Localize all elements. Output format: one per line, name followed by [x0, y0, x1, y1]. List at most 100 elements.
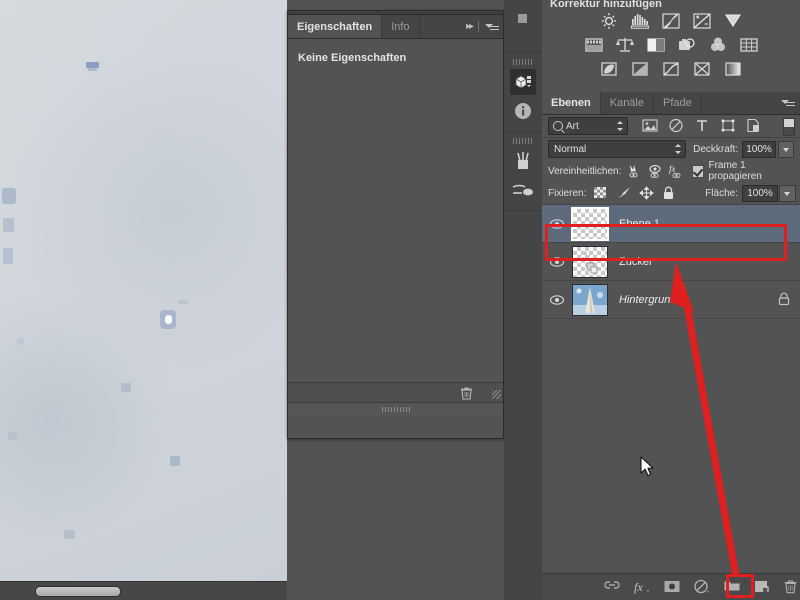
- blend-mode-select[interactable]: Normal: [548, 140, 687, 158]
- filter-shape-icon[interactable]: [720, 118, 736, 133]
- delete-layer-button[interactable]: [783, 579, 800, 596]
- properties-panel[interactable]: Eigenschaften Info ▸▸ Keine Eigenschafte…: [287, 10, 504, 439]
- layer-kind-select[interactable]: Art: [548, 117, 628, 135]
- threshold-icon[interactable]: [661, 60, 681, 78]
- posterize-icon[interactable]: [630, 60, 650, 78]
- selective-color-icon[interactable]: [692, 60, 712, 78]
- trash-icon[interactable]: [460, 386, 473, 403]
- filter-pixel-icon[interactable]: [642, 118, 658, 133]
- tab-kanaele[interactable]: Kanäle: [601, 92, 654, 114]
- properties-panel-tabbar[interactable]: Eigenschaften Info ▸▸: [288, 15, 503, 39]
- filter-enable-toggle[interactable]: [783, 118, 795, 136]
- double-chevron-right-icon[interactable]: ▸▸: [466, 21, 474, 32]
- layer-visibility-toggle[interactable]: [542, 256, 572, 268]
- unify-position-icon[interactable]: [627, 164, 642, 178]
- layers-panel[interactable]: Ebenen Kanäle Pfade Art Normal Deckkraft…: [542, 92, 800, 600]
- filter-type-icon[interactable]: [694, 118, 710, 133]
- layer-row-zucker[interactable]: Zucker: [542, 243, 800, 281]
- layers-panel-tabbar[interactable]: Ebenen Kanäle Pfade: [542, 92, 800, 115]
- adjustments-row-3[interactable]: [542, 60, 800, 78]
- layers-bottom-toolbar[interactable]: fx: [542, 573, 800, 600]
- new-adjustment-layer-button[interactable]: [693, 579, 710, 596]
- panel-menu-icon[interactable]: [485, 21, 499, 32]
- invert-icon[interactable]: [599, 60, 619, 78]
- layer-name[interactable]: Hintergrund: [619, 294, 676, 306]
- chevron-updown-icon[interactable]: [675, 144, 682, 154]
- panel-menu-icon[interactable]: [781, 97, 795, 108]
- layer-lock-indicator-icon: [778, 292, 790, 309]
- layer-visibility-toggle[interactable]: [542, 294, 572, 306]
- tool-presets-icon[interactable]: [510, 177, 536, 203]
- fill-value[interactable]: 100%: [742, 184, 778, 202]
- tab-pfade[interactable]: Pfade: [654, 92, 702, 114]
- gradient-map-icon[interactable]: [723, 60, 743, 78]
- adjustments-panel[interactable]: Korrektur hinzufügen: [542, 0, 800, 93]
- layer-thumbnail[interactable]: [571, 206, 609, 241]
- layer-thumbnail[interactable]: [572, 283, 608, 316]
- properties-panel-bottom-bar[interactable]: [288, 402, 503, 416]
- layer-name[interactable]: Ebene 1: [619, 218, 660, 230]
- info-icon[interactable]: [510, 98, 536, 124]
- adjustments-row-2[interactable]: [542, 36, 800, 54]
- layer-row-hintergrund[interactable]: Hintergrund: [542, 281, 800, 319]
- layer-visibility-toggle[interactable]: [542, 218, 572, 230]
- image-artifact: [3, 248, 13, 264]
- layer-row-ebene-1[interactable]: Ebene 1: [542, 205, 800, 243]
- collapsed-icon-dock[interactable]: [504, 0, 543, 600]
- layer-name[interactable]: Zucker: [619, 256, 653, 268]
- black-white-icon[interactable]: [646, 36, 666, 54]
- unify-visibility-icon[interactable]: [648, 164, 663, 178]
- levels-icon[interactable]: [630, 12, 650, 30]
- layer-list[interactable]: Ebene 1 Zucker Hintergrund: [542, 205, 800, 319]
- layer-thumbnail[interactable]: [572, 245, 608, 278]
- curves-icon[interactable]: [661, 12, 681, 30]
- tab-eigenschaften[interactable]: Eigenschaften: [288, 15, 383, 38]
- blend-mode-row[interactable]: Normal Deckkraft: 100%: [542, 138, 800, 160]
- filter-adjustment-icon[interactable]: [668, 118, 684, 133]
- adjustments-row-1[interactable]: [542, 12, 800, 30]
- dock-partial-icon[interactable]: [510, 8, 536, 34]
- exposure-icon[interactable]: [692, 12, 712, 30]
- photo-filter-icon[interactable]: [677, 36, 697, 54]
- vibrance-icon[interactable]: [723, 12, 743, 30]
- image-canvas[interactable]: [0, 0, 287, 582]
- color-lookup-icon[interactable]: [739, 36, 759, 54]
- dock-grip-icon[interactable]: [513, 138, 533, 144]
- fill-dropdown-button[interactable]: [779, 184, 796, 202]
- new-group-button[interactable]: [723, 579, 740, 596]
- canvas-horizontal-scrollbar[interactable]: [0, 581, 287, 600]
- dock-section-1[interactable]: [504, 53, 542, 132]
- lock-transparency-icon[interactable]: [593, 186, 609, 200]
- panel-resize-grip[interactable]: [492, 390, 501, 399]
- lock-position-icon[interactable]: [639, 186, 655, 200]
- opacity-value[interactable]: 100%: [742, 140, 776, 158]
- 3d-icon[interactable]: [510, 69, 536, 95]
- hue-saturation-icon[interactable]: [584, 36, 604, 54]
- new-layer-button[interactable]: [753, 579, 770, 596]
- unify-style-icon[interactable]: fx: [669, 164, 684, 178]
- color-balance-icon[interactable]: [615, 36, 635, 54]
- tab-info[interactable]: Info: [382, 15, 420, 38]
- lock-row[interactable]: Fixieren: Fläche: 100%: [542, 182, 800, 205]
- layer-filter-row[interactable]: Art: [542, 115, 800, 138]
- lock-image-icon[interactable]: [616, 186, 632, 200]
- unify-row[interactable]: Vereinheitlichen: fx Frame 1 propagieren: [542, 160, 800, 182]
- chevron-updown-icon[interactable]: [617, 121, 624, 131]
- propagate-frame-checkbox[interactable]: [692, 164, 705, 178]
- link-layers-button[interactable]: [603, 579, 620, 596]
- properties-panel-footer[interactable]: [288, 382, 503, 402]
- dock-section-2[interactable]: [504, 132, 542, 211]
- brightness-contrast-icon[interactable]: [599, 12, 619, 30]
- brushes-icon[interactable]: [510, 148, 536, 174]
- opacity-dropdown-button[interactable]: [777, 140, 794, 158]
- tab-ebenen[interactable]: Ebenen: [542, 92, 601, 114]
- document-canvas-area[interactable]: [0, 0, 287, 600]
- scrollbar-thumb[interactable]: [35, 586, 121, 597]
- panel-grip-icon[interactable]: [381, 407, 410, 412]
- filter-smartobject-icon[interactable]: [746, 118, 762, 133]
- layer-mask-button[interactable]: [663, 579, 680, 596]
- channel-mixer-icon[interactable]: [708, 36, 728, 54]
- layer-style-button[interactable]: fx: [633, 579, 650, 596]
- dock-grip-icon[interactable]: [513, 59, 533, 65]
- lock-all-icon[interactable]: [662, 186, 678, 200]
